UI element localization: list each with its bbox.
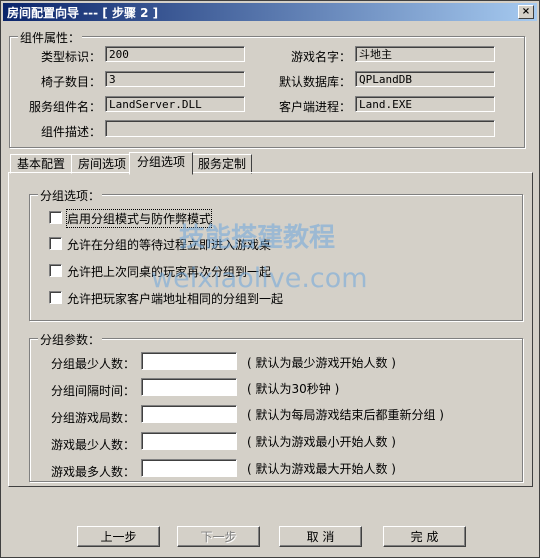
enable-group-mode-checkbox[interactable] <box>49 211 62 224</box>
type-label: 类型标识： <box>40 50 101 64</box>
next-step-button[interactable]: 下一步 <box>177 526 260 547</box>
title-bar[interactable]: 房间配置向导 --- [ 步骤 2 ] × <box>3 3 537 21</box>
game-name-label: 游戏名字： <box>290 50 351 64</box>
group-interval-hint: ( 默认为30秒钟 ) <box>247 382 340 396</box>
game-min-players-hint: ( 默认为游戏最小开始人数 ) <box>247 435 396 449</box>
regroup-last-table-checkbox[interactable] <box>49 264 62 277</box>
group-min-players-label: 分组最少人数： <box>50 357 135 371</box>
client-process-label: 客户端进程： <box>278 100 351 114</box>
game-max-players-hint: ( 默认为游戏最大开始人数 ) <box>247 462 396 476</box>
watermark-url: weixiaolive.com <box>151 263 368 294</box>
cancel-button[interactable]: 取 消 <box>279 526 362 547</box>
group-params-label: 分组参数： <box>38 331 103 348</box>
description-label: 组件描述： <box>40 125 101 139</box>
group-rounds-hint: ( 默认为每局游戏结束后都重新分组 ) <box>247 408 444 422</box>
group-rounds-label: 分组游戏局数： <box>50 411 135 425</box>
type-field[interactable]: 200 <box>105 46 245 62</box>
game-min-players-label: 游戏最少人数： <box>50 438 135 452</box>
group-rounds-input[interactable] <box>141 405 237 423</box>
group-options-label: 分组选项： <box>38 187 103 204</box>
chairs-field[interactable]: 3 <box>105 71 245 87</box>
group-interval-input[interactable] <box>141 378 237 396</box>
chairs-label: 椅子数目： <box>40 75 101 89</box>
game-min-players-input[interactable] <box>141 432 237 450</box>
prev-step-button[interactable]: 上一步 <box>77 526 160 547</box>
description-field[interactable] <box>105 120 495 137</box>
group-interval-label: 分组间隔时间： <box>50 384 135 398</box>
service-component-field[interactable]: LandServer.DLL <box>105 96 245 112</box>
game-max-players-label: 游戏最多人数： <box>50 465 135 479</box>
enter-table-during-wait-checkbox[interactable] <box>49 237 62 250</box>
tab-group-options[interactable]: 分组选项 <box>129 152 193 175</box>
wizard-window: 房间配置向导 --- [ 步骤 2 ] × 组件属性： 类型标识： 200 游戏… <box>0 0 540 558</box>
component-group-label: 组件属性： <box>18 29 83 46</box>
tab-room-options[interactable]: 房间选项 <box>71 154 133 174</box>
window-title: 房间配置向导 --- [ 步骤 2 ] <box>7 6 159 20</box>
client-process-field[interactable]: Land.EXE <box>355 96 495 112</box>
group-min-players-hint: ( 默认为最少游戏开始人数 ) <box>247 356 396 370</box>
service-component-label: 服务组件名： <box>28 100 101 114</box>
group-min-players-input[interactable] <box>141 352 237 370</box>
game-max-players-input[interactable] <box>141 459 237 477</box>
tab-basic-config[interactable]: 基本配置 <box>10 154 72 174</box>
default-db-label: 默认数据库： <box>278 75 351 89</box>
same-address-group-checkbox[interactable] <box>49 291 62 304</box>
tab-service-custom[interactable]: 服务定制 <box>192 154 252 174</box>
watermark-text: 技能搭建教程 <box>179 223 336 253</box>
close-button[interactable]: × <box>518 5 534 19</box>
game-name-field[interactable]: 斗地主 <box>355 46 495 62</box>
default-db-field[interactable]: QPLandDB <box>355 71 495 87</box>
finish-button[interactable]: 完 成 <box>383 526 466 547</box>
